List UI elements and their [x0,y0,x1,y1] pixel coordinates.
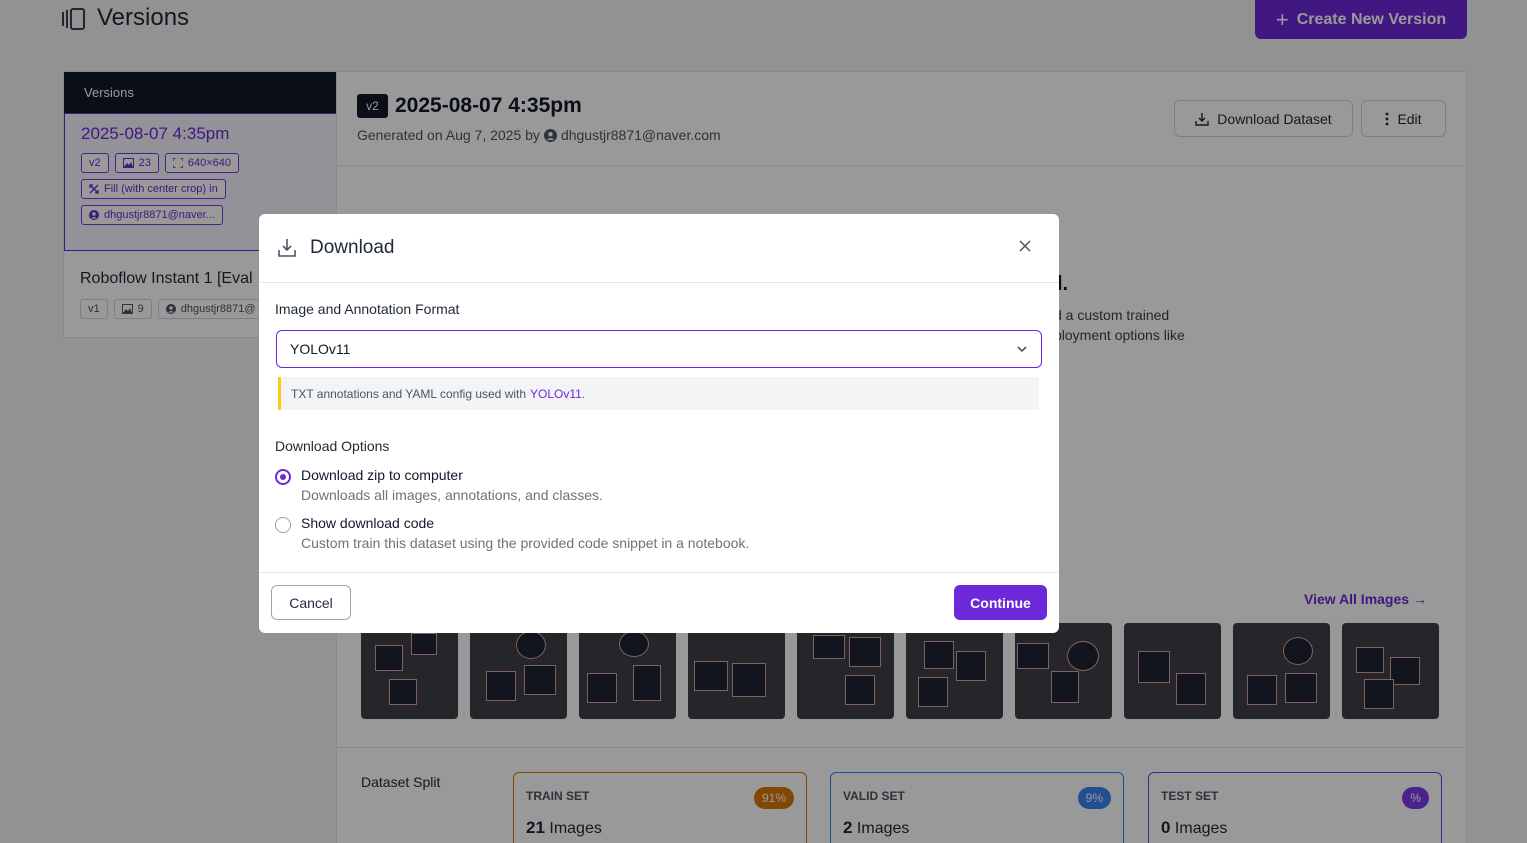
format-note-link[interactable]: YOLOv11 [530,387,582,401]
download-icon [278,239,296,257]
format-note-text: TXT annotations and YAML config used wit… [291,386,527,401]
format-select[interactable]: YOLOv11 [276,330,1042,368]
option-title: Show download code [301,515,435,531]
format-note-suffix: . [581,386,586,401]
modal-title: Download [310,237,395,258]
cancel-button[interactable]: Cancel [271,585,351,620]
download-modal: Download Image and Annotation Format YOL… [259,214,1059,633]
option-title: Download zip to computer [301,467,463,483]
option-show-code[interactable]: Show download code Custom train this dat… [275,515,875,555]
format-label: Image and Annotation Format [275,301,460,317]
format-select-value: YOLOv11 [290,341,351,357]
radio-download-zip[interactable] [275,469,291,485]
option-download-zip[interactable]: Download zip to computer Downloads all i… [275,467,875,507]
modal-footer: Cancel Continue [259,572,1059,633]
close-icon[interactable] [1015,236,1035,256]
chevron-down-icon [1017,346,1027,353]
continue-button[interactable]: Continue [954,585,1047,620]
format-note: TXT annotations and YAML config used wit… [278,377,1039,410]
radio-show-code[interactable] [275,517,291,533]
modal-header: Download [259,214,1059,283]
option-description: Downloads all images, annotations, and c… [301,487,603,503]
download-options-label: Download Options [275,438,390,454]
option-description: Custom train this dataset using the prov… [301,535,750,551]
